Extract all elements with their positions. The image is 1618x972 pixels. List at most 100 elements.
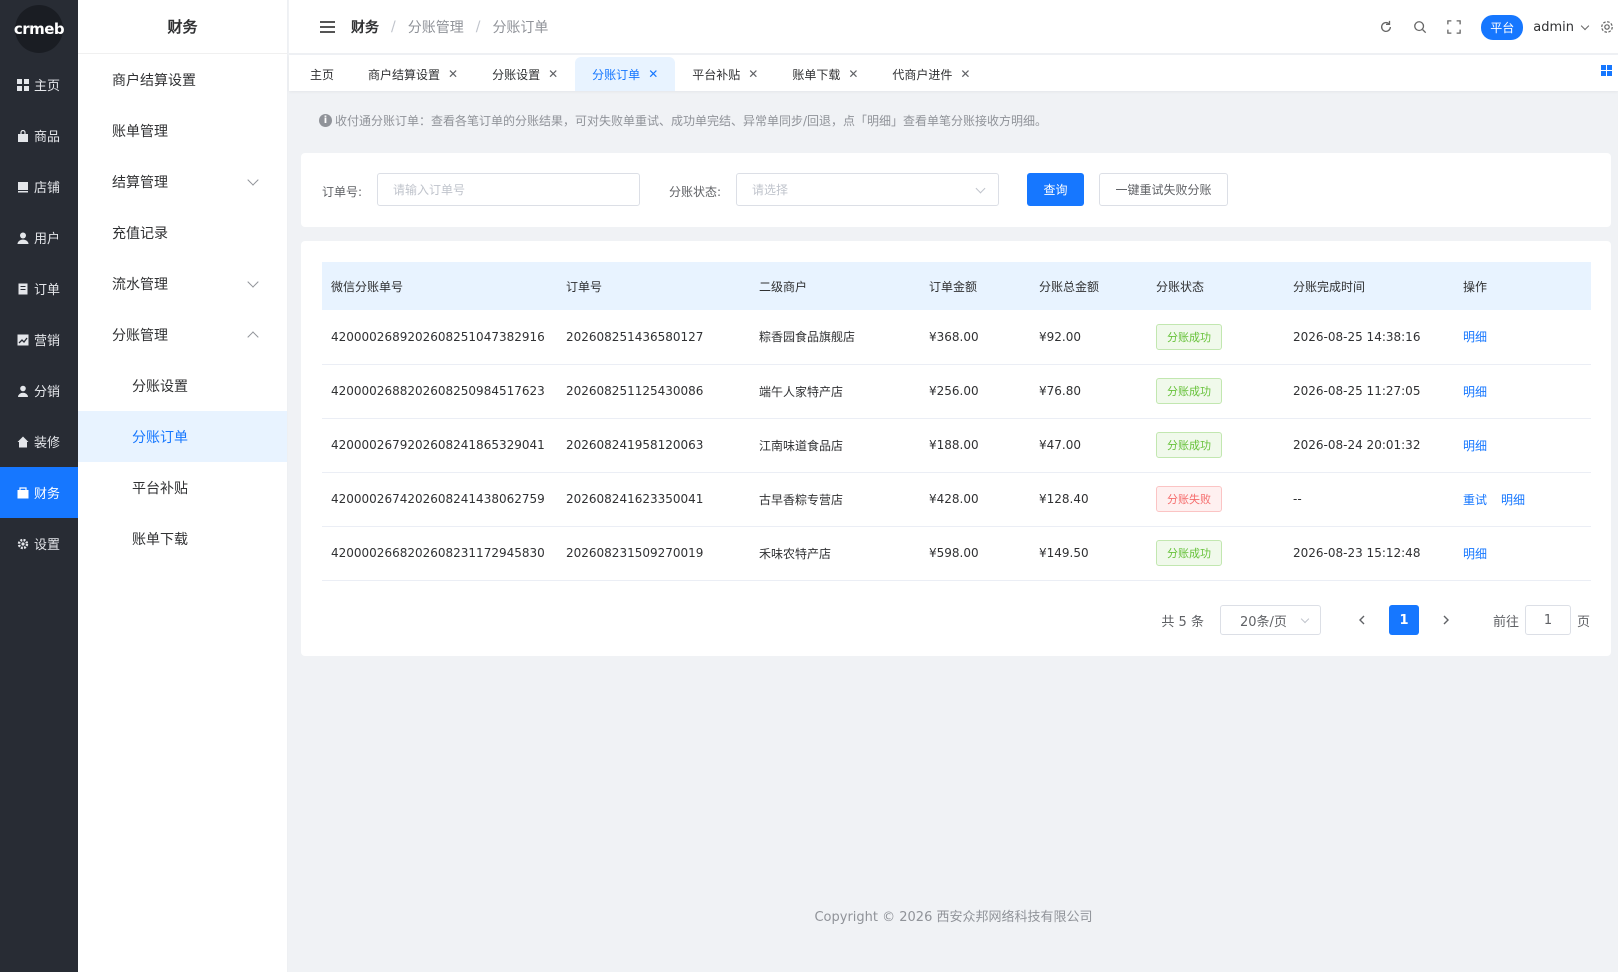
- close-icon[interactable]: ✕: [960, 67, 970, 81]
- tab-label: 主页: [310, 67, 335, 82]
- user-menu[interactable]: admin: [1533, 20, 1596, 35]
- tab[interactable]: 分账订单 ✕: [575, 57, 676, 91]
- tab[interactable]: 商户结算设置 ✕: [351, 57, 475, 91]
- tab[interactable]: 分账设置 ✕: [475, 57, 575, 91]
- page-number-button[interactable]: 1: [1388, 605, 1419, 635]
- wx-split-no: 4200002688202608250984517623: [322, 364, 566, 419]
- fullscreen-icon[interactable]: [1437, 20, 1471, 34]
- detail-link[interactable]: 明细: [1463, 385, 1487, 399]
- grid-icon[interactable]: [1601, 65, 1612, 76]
- rail-item[interactable]: 财务: [0, 467, 78, 518]
- sub-menu-item[interactable]: 结算管理: [78, 156, 287, 207]
- column-header: 二级商户: [759, 262, 929, 310]
- order-no-input[interactable]: 请输入订单号: [377, 173, 640, 206]
- tab-label: 分账设置: [492, 67, 541, 82]
- page-size-select[interactable]: 20条/页: [1219, 605, 1321, 635]
- detail-link[interactable]: 明细: [1463, 439, 1487, 453]
- copyright-footer: Copyright © 2026 西安众邦网络科技有限公司: [814, 910, 1093, 925]
- order-icon: [17, 283, 29, 295]
- wx-split-no: 4200002668202608231172945830: [322, 526, 566, 581]
- status-badge: 分账成功: [1156, 540, 1222, 566]
- goto-suffix: 页: [1576, 614, 1590, 630]
- username: admin: [1533, 19, 1574, 35]
- sub-menu-label: 账单下载: [132, 531, 188, 548]
- prev-page-button[interactable]: [1347, 605, 1377, 635]
- close-icon[interactable]: ✕: [648, 67, 658, 81]
- split-status-placeholder: 请选择: [752, 183, 789, 197]
- rail-item[interactable]: 营销: [0, 314, 78, 365]
- pagination-total: 共 5 条: [1161, 614, 1204, 630]
- sub-menu-item[interactable]: 账单管理: [78, 105, 287, 156]
- retry-link[interactable]: 重试: [1463, 493, 1487, 507]
- column-header: 订单号: [566, 262, 759, 310]
- split-time: --: [1293, 472, 1463, 527]
- rail-item[interactable]: 分销: [0, 365, 78, 416]
- main-nav-rail: crmeb 主页商品店铺 用户 订单营销分销装修 财务 设置: [0, 0, 78, 972]
- table-row: 4200002679202608241865329041 202608241958…: [322, 418, 1591, 473]
- order-no: 202608251125430086: [566, 364, 759, 419]
- gear-icon[interactable]: [1596, 20, 1618, 34]
- order-amount: ¥598.00: [929, 526, 1039, 581]
- sub-menu-item[interactable]: 分账管理: [78, 309, 287, 360]
- next-page-button[interactable]: [1431, 605, 1461, 635]
- order-amount: ¥188.00: [929, 418, 1039, 473]
- goto-page-input[interactable]: 1: [1524, 605, 1571, 635]
- detail-link[interactable]: 明细: [1463, 547, 1487, 561]
- rail-item-label: 分销: [34, 385, 61, 400]
- bag-icon: [17, 129, 29, 142]
- rail-item[interactable]: 主页: [0, 59, 78, 110]
- brand-logo[interactable]: crmeb: [14, 5, 65, 53]
- sub-menu-item[interactable]: 分账设置: [78, 360, 287, 411]
- status-badge: 分账成功: [1156, 432, 1222, 458]
- tab[interactable]: 主页: [293, 57, 351, 91]
- grid-icon: [17, 78, 29, 91]
- retry-failed-button[interactable]: 一键重试失败分账: [1099, 173, 1228, 206]
- sub-menu-item[interactable]: 商户结算设置: [78, 54, 287, 105]
- search-icon[interactable]: [1403, 20, 1437, 34]
- refresh-icon[interactable]: [1369, 20, 1403, 34]
- breadcrumb-item[interactable]: 财务: [351, 17, 379, 37]
- order-amount: ¥368.00: [929, 310, 1039, 365]
- sub-menu-item[interactable]: 流水管理: [78, 258, 287, 309]
- table-row: 4200002668202608231172945830 202608231509…: [322, 526, 1591, 581]
- breadcrumb-item[interactable]: 分账管理: [408, 17, 464, 37]
- rail-item[interactable]: 装修: [0, 416, 78, 467]
- status-badge: 分账失败: [1156, 486, 1222, 512]
- sub-menu-label: 分账订单: [132, 429, 188, 446]
- rail-item[interactable]: 用户: [0, 212, 78, 263]
- tab[interactable]: 代商户进件 ✕: [875, 57, 987, 91]
- status-badge: 分账成功: [1156, 378, 1222, 404]
- order-no: 202608241958120063: [566, 418, 759, 473]
- finance-icon: [17, 486, 29, 499]
- sub-merchant: 端午人家特产店: [759, 364, 929, 419]
- order-no-placeholder: 请输入订单号: [393, 183, 466, 197]
- split-status-select[interactable]: 请选择: [736, 173, 999, 206]
- query-button[interactable]: 查询: [1027, 173, 1084, 206]
- rail-item[interactable]: 订单: [0, 263, 78, 314]
- rail-item-label: 商品: [34, 130, 61, 145]
- menu-toggle-icon[interactable]: [320, 18, 335, 36]
- column-header: 操作: [1463, 262, 1591, 310]
- rail-item[interactable]: 商品: [0, 110, 78, 161]
- sub-menu-item[interactable]: 账单下载: [78, 513, 287, 564]
- close-icon[interactable]: ✕: [848, 67, 858, 81]
- detail-link[interactable]: 明细: [1463, 330, 1487, 344]
- sub-menu-item[interactable]: 平台补贴: [78, 462, 287, 513]
- tabs-bar: 主页 商户结算设置 ✕ 分账设置 ✕ 分账订单 ✕ 平台补贴 ✕ 账单下载 ✕ 代商户进件 ✕: [289, 55, 1618, 91]
- close-icon[interactable]: ✕: [448, 67, 458, 81]
- close-icon[interactable]: ✕: [748, 67, 758, 81]
- close-icon[interactable]: ✕: [548, 67, 558, 81]
- sub-menu-item[interactable]: 分账订单: [78, 411, 287, 462]
- rail-item-label: 营销: [34, 334, 61, 349]
- detail-link[interactable]: 明细: [1501, 493, 1525, 507]
- rail-item[interactable]: 店铺: [0, 161, 78, 212]
- rail-item[interactable]: 设置: [0, 518, 78, 569]
- sub-menu-label: 分账管理: [112, 327, 168, 344]
- tab[interactable]: 平台补贴 ✕: [675, 57, 775, 91]
- goto-label: 前往: [1492, 614, 1519, 630]
- platform-badge[interactable]: 平台: [1481, 14, 1524, 40]
- tab[interactable]: 账单下载 ✕: [775, 57, 875, 91]
- order-no: 202608251436580127: [566, 310, 759, 365]
- sub-menu-item[interactable]: 充值记录: [78, 207, 287, 258]
- gear-icon: [17, 538, 29, 550]
